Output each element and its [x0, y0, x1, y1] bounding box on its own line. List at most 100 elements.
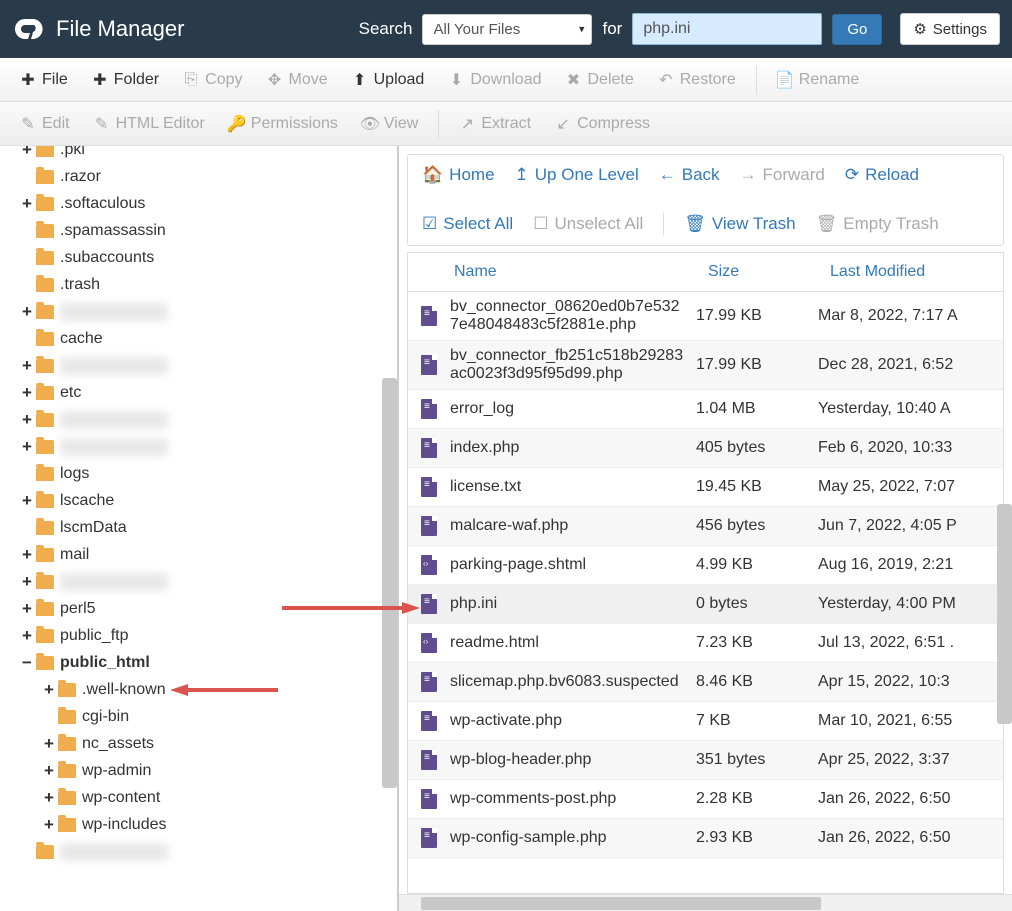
table-row[interactable]: php.ini0 bytesYesterday, 4:00 PM — [408, 585, 1003, 624]
select-all-button[interactable]: ☑Select All — [422, 214, 513, 234]
tree-toggle[interactable]: + — [20, 626, 34, 646]
delete-button[interactable]: ✖Delete — [555, 65, 643, 95]
tree-toggle[interactable]: + — [20, 545, 34, 565]
table-row[interactable]: wp-activate.php7 KBMar 10, 2021, 6:55 — [408, 702, 1003, 741]
table-row[interactable]: slicemap.php.bv6083.suspected8.46 KBApr … — [408, 663, 1003, 702]
upload-button[interactable]: ⬆Upload — [342, 65, 435, 95]
forward-button[interactable]: →Forward — [740, 165, 825, 185]
table-row[interactable]: parking-page.shtml4.99 KBAug 16, 2019, 2… — [408, 546, 1003, 585]
compress-button[interactable]: ↙Compress — [545, 109, 660, 139]
tree-item[interactable]: +.well-known — [8, 676, 397, 703]
tree-item[interactable]: +wp-content — [8, 784, 397, 811]
tree-item[interactable]: lscmData — [8, 514, 397, 541]
tree-item[interactable]: +perl5 — [8, 595, 397, 622]
home-button[interactable]: 🏠Home — [422, 165, 495, 185]
tree-toggle[interactable]: + — [20, 383, 34, 403]
empty-trash-button[interactable]: 🗑Empty Trash — [816, 214, 939, 234]
tree-item[interactable]: +public_ftp — [8, 622, 397, 649]
tree-toggle[interactable]: + — [20, 356, 34, 376]
unselect-all-button[interactable]: ☐Unselect All — [533, 214, 643, 234]
folder-tree[interactable]: +.pki.razor+.softaculous.spamassassin.su… — [0, 146, 398, 911]
tree-toggle[interactable]: + — [20, 146, 34, 160]
view-trash-button[interactable]: 🗑View Trash — [684, 214, 795, 234]
content-scrollbar[interactable] — [997, 504, 1012, 724]
settings-button[interactable]: ⚙ Settings — [900, 13, 1000, 45]
tree-toggle[interactable]: + — [20, 410, 34, 430]
table-row[interactable]: license.txt19.45 KBMay 25, 2022, 7:07 — [408, 468, 1003, 507]
copy-button[interactable]: ⎘Copy — [173, 65, 252, 95]
tree-label: hidden — [60, 411, 168, 429]
tree-toggle[interactable]: + — [42, 761, 56, 781]
tree-item[interactable]: +lscache — [8, 487, 397, 514]
sidebar-scrollbar[interactable] — [382, 378, 397, 788]
horizontal-scrollbar[interactable] — [399, 894, 1012, 911]
up-button[interactable]: ↥Up One Level — [515, 165, 639, 185]
edit-button[interactable]: ✎Edit — [10, 109, 80, 139]
tree-item[interactable]: +.pki — [8, 146, 397, 163]
html-editor-button[interactable]: ✎HTML Editor — [84, 109, 215, 139]
go-button[interactable]: Go — [832, 14, 882, 45]
file-icon-cell — [408, 355, 450, 375]
download-button[interactable]: ⬇Download — [438, 65, 551, 95]
permissions-button[interactable]: 🔑Permissions — [219, 109, 348, 139]
move-button[interactable]: ✥Move — [257, 65, 338, 95]
tree-item[interactable]: .razor — [8, 163, 397, 190]
rename-button[interactable]: 📄Rename — [767, 65, 869, 95]
folder-button[interactable]: ✚Folder — [82, 65, 169, 95]
restore-button[interactable]: ↶Restore — [648, 65, 746, 95]
table-row[interactable]: wp-blog-header.php351 bytesApr 25, 2022,… — [408, 741, 1003, 780]
tree-toggle[interactable]: + — [20, 194, 34, 214]
back-button[interactable]: ←Back — [659, 165, 720, 185]
tree-item[interactable]: +mail — [8, 541, 397, 568]
tree-item[interactable]: +wp-includes — [8, 811, 397, 838]
table-row[interactable]: index.php405 bytesFeb 6, 2020, 10:33 — [408, 429, 1003, 468]
tree-toggle[interactable]: + — [42, 815, 56, 835]
reload-button[interactable]: ⟳Reload — [845, 165, 919, 185]
col-name[interactable]: Name — [408, 253, 696, 291]
table-row[interactable]: wp-config-sample.php2.93 KBJan 26, 2022,… — [408, 819, 1003, 858]
tree-toggle[interactable]: + — [20, 491, 34, 511]
tree-item[interactable]: .spamassassin — [8, 217, 397, 244]
table-row[interactable]: error_log1.04 MBYesterday, 10:40 A — [408, 390, 1003, 429]
col-size[interactable]: Size — [696, 253, 818, 291]
tree-item[interactable]: −public_html — [8, 649, 397, 676]
col-modified[interactable]: Last Modified — [818, 253, 1003, 291]
table-row[interactable]: readme.html7.23 KBJul 13, 2022, 6:51 . — [408, 624, 1003, 663]
table-row[interactable]: bv_connector_fb251c518b29283ac0023f3d95f… — [408, 341, 1003, 390]
search-input[interactable] — [632, 13, 822, 45]
file-icon-cell — [408, 750, 450, 770]
file-icon-cell — [408, 555, 450, 575]
folder-icon — [36, 602, 54, 616]
tree-item[interactable]: cache — [8, 325, 397, 352]
tree-item[interactable]: +hidden — [8, 433, 397, 460]
tree-item[interactable]: .trash — [8, 271, 397, 298]
view-button[interactable]: 👁View — [352, 109, 428, 139]
tree-toggle[interactable]: + — [42, 734, 56, 754]
tree-item[interactable]: logs — [8, 460, 397, 487]
tree-label: hidden — [60, 573, 168, 591]
tree-item[interactable]: +nc_assets — [8, 730, 397, 757]
table-row[interactable]: wp-comments-post.php2.28 KBJan 26, 2022,… — [408, 780, 1003, 819]
tree-toggle[interactable]: + — [42, 680, 56, 700]
file-button[interactable]: ✚File — [10, 65, 78, 95]
tree-item[interactable]: + hidden — [8, 568, 397, 595]
tree-item[interactable]: +hidden — [8, 298, 397, 325]
tree-item[interactable]: +wp-admin — [8, 757, 397, 784]
tree-toggle[interactable]: + — [20, 599, 34, 619]
tree-item[interactable]: hidden — [8, 838, 397, 865]
tree-toggle[interactable]: + — [20, 437, 34, 457]
extract-button[interactable]: ↗Extract — [449, 109, 541, 139]
tree-item[interactable]: +hidden — [8, 352, 397, 379]
tree-toggle[interactable]: + — [42, 788, 56, 808]
tree-toggle[interactable]: + — [20, 572, 34, 592]
tree-item[interactable]: +etc — [8, 379, 397, 406]
table-row[interactable]: malcare-waf.php456 bytesJun 7, 2022, 4:0… — [408, 507, 1003, 546]
search-scope-select[interactable]: All Your Files — [422, 14, 592, 45]
tree-item[interactable]: +.softaculous — [8, 190, 397, 217]
tree-item[interactable]: cgi-bin — [8, 703, 397, 730]
tree-toggle[interactable]: − — [20, 653, 34, 673]
tree-toggle[interactable]: + — [20, 302, 34, 322]
tree-item[interactable]: + hidden — [8, 406, 397, 433]
tree-item[interactable]: .subaccounts — [8, 244, 397, 271]
table-row[interactable]: bv_connector_08620ed0b7e5327e48048483c5f… — [408, 292, 1003, 341]
